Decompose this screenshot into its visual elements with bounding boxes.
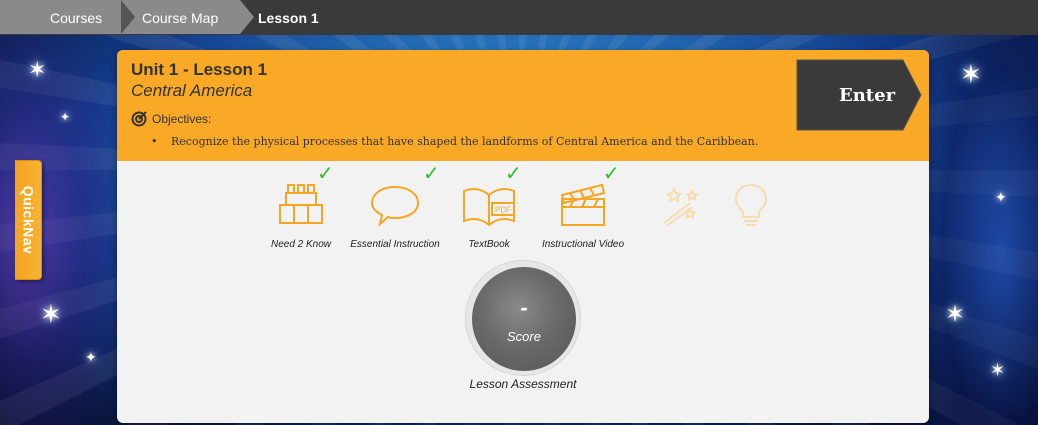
star-decoration: ✶ <box>40 300 62 330</box>
objectives-label: Objectives: <box>152 112 212 126</box>
unit-title: Unit 1 - Lesson 1 <box>131 60 268 79</box>
lesson-card: Unit 1 - Lesson 1 Central America Object… <box>117 50 929 423</box>
star-decoration: ✦ <box>995 190 1007 206</box>
score-ring: - Score <box>465 260 581 376</box>
star-decoration: ✦ <box>85 350 97 366</box>
breadcrumb-courses[interactable]: Courses <box>0 0 122 34</box>
objective-text: Recognize the physical processes that ha… <box>171 135 759 148</box>
target-icon <box>131 111 147 127</box>
score-button[interactable]: - Score <box>472 267 576 371</box>
speech-bubble-icon <box>370 185 420 227</box>
quicknav-tab[interactable]: QuickNav <box>15 160 42 280</box>
lesson-assessment-label: Lesson Assessment <box>469 377 577 391</box>
breadcrumb-separator <box>121 0 136 34</box>
star-decoration: ✶ <box>945 300 966 328</box>
lightbulb-icon <box>734 183 768 226</box>
objective-item: Recognize the physical processes that ha… <box>151 135 758 148</box>
star-decoration: ✦ <box>60 110 71 124</box>
activity-list: ✓ Need 2 Know ✓ Essential Instruction ✓ <box>117 161 929 261</box>
enter-button[interactable]: Enter <box>795 58 923 132</box>
svg-text:PDF: PDF <box>495 206 511 215</box>
lesson-header: Unit 1 - Lesson 1 Central America Object… <box>117 50 929 161</box>
blocks-icon <box>279 184 323 224</box>
breadcrumb-course-map[interactable]: Course Map <box>122 0 240 34</box>
breadcrumb-separator <box>240 0 254 34</box>
clapperboard-icon <box>560 183 606 226</box>
star-decoration: ✶ <box>960 60 982 90</box>
score-label: Score <box>507 329 541 344</box>
check-icon: ✓ <box>423 161 440 185</box>
breadcrumb-lesson: Lesson 1 <box>240 0 1038 34</box>
score-value: - <box>520 295 528 320</box>
star-decoration: ✶ <box>990 360 1006 381</box>
lesson-subtitle: Central America <box>131 81 253 100</box>
enter-label: Enter <box>839 84 896 106</box>
objectives-heading: Objectives: <box>131 111 211 127</box>
star-decoration: ✶ <box>28 58 47 83</box>
magic-wand-icon <box>663 186 699 226</box>
breadcrumb: Courses Course Map Lesson 1 <box>0 0 1038 35</box>
activity-label: Instructional Video <box>541 239 625 250</box>
book-pdf-icon: PDF <box>463 187 515 227</box>
quicknav-label: QuickNav <box>20 185 36 255</box>
